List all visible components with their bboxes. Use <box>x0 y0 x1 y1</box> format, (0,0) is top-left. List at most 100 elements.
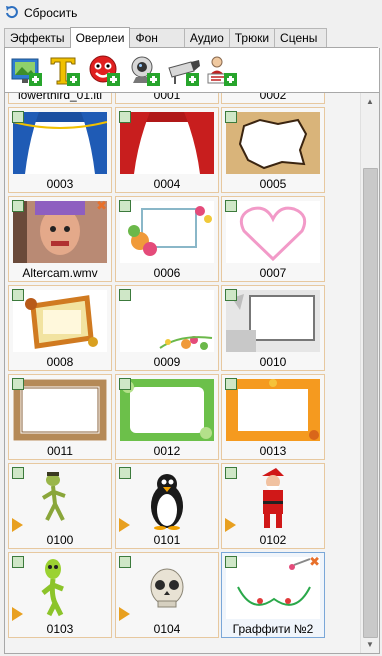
play-icon[interactable] <box>225 518 236 532</box>
overlay-item[interactable]: 0013 <box>221 374 325 460</box>
overlay-item[interactable]: 0004 <box>115 107 219 193</box>
overlay-enable-checkbox[interactable] <box>225 556 237 568</box>
tab-tricks[interactable]: Трюки <box>228 28 276 47</box>
overlay-caption: 0100 <box>46 533 74 547</box>
tab-background[interactable]: Фон <box>129 28 185 47</box>
overlay-caption: 0003 <box>46 177 74 191</box>
add-lower-third-icon <box>205 54 239 88</box>
scroll-down-arrow[interactable]: ▼ <box>361 636 379 653</box>
tab-effects[interactable]: Эффекты <box>4 28 71 47</box>
add-lower-third-button[interactable] <box>205 54 239 88</box>
overlay-thumbnail <box>13 201 107 263</box>
play-icon[interactable] <box>12 518 23 532</box>
overlay-enable-checkbox[interactable] <box>119 289 131 301</box>
overlay-enable-checkbox[interactable] <box>119 556 131 568</box>
overlay-enable-checkbox[interactable] <box>225 111 237 123</box>
overlay-caption: 0103 <box>46 622 74 636</box>
overlay-thumbnail <box>226 468 320 530</box>
add-camera-button[interactable] <box>167 54 201 88</box>
overlay-enable-checkbox[interactable] <box>12 467 24 479</box>
overlay-thumbnail <box>226 112 320 174</box>
reset-label: Сбросить <box>24 6 78 20</box>
overlay-item[interactable]: 0003 <box>8 107 112 193</box>
overlay-item[interactable]: 0100 <box>8 463 112 549</box>
overlay-item[interactable]: 0009 <box>115 285 219 371</box>
add-smiley-icon <box>88 54 122 88</box>
overlay-enable-checkbox[interactable] <box>225 467 237 479</box>
overlay-item[interactable]: ✖ Граффити №2 <box>221 552 325 638</box>
play-icon[interactable] <box>12 607 23 621</box>
overlay-thumbnail <box>13 379 107 441</box>
overlay-enable-checkbox[interactable] <box>119 200 131 212</box>
overlay-caption: lowerthird_01.lti <box>17 92 103 102</box>
overlay-thumbnail <box>120 468 214 530</box>
tab-scenes[interactable]: Сцены <box>274 28 328 47</box>
tab-overlays[interactable]: Оверлеи <box>69 27 131 48</box>
tab-audio[interactable]: Аудио <box>183 28 230 47</box>
overlay-caption: 0102 <box>259 533 287 547</box>
overlay-enable-checkbox[interactable] <box>12 289 24 301</box>
overlay-enable-checkbox[interactable] <box>12 200 24 212</box>
overlay-enable-checkbox[interactable] <box>119 467 131 479</box>
add-image-button[interactable] <box>10 54 44 88</box>
overlay-thumbnail <box>13 290 107 352</box>
overlay-caption: 0004 <box>153 177 181 191</box>
overlay-item[interactable]: 0104 <box>115 552 219 638</box>
overlay-caption: 0010 <box>259 355 287 369</box>
reset-icon <box>4 4 20 23</box>
overlay-caption: 0008 <box>46 355 74 369</box>
overlay-item[interactable]: 0012 <box>115 374 219 460</box>
overlay-item[interactable]: 0001 <box>115 93 219 104</box>
overlay-item[interactable]: 0103 <box>8 552 112 638</box>
overlay-thumbnail <box>13 112 107 174</box>
overlay-caption: 0101 <box>153 533 181 547</box>
overlay-caption: 0002 <box>259 92 287 102</box>
overlay-item[interactable]: lowerthird_01.lti <box>8 92 112 104</box>
reset-button[interactable]: Сбросить <box>4 4 77 22</box>
overlay-item[interactable]: ✖ Altercam.wmv <box>8 196 112 282</box>
play-icon[interactable] <box>119 607 130 621</box>
scroll-thumb[interactable] <box>363 168 378 638</box>
delete-icon[interactable]: ✖ <box>309 555 320 569</box>
overlay-enable-checkbox[interactable] <box>119 111 131 123</box>
delete-icon[interactable]: ✖ <box>96 199 107 213</box>
overlay-caption: 0009 <box>153 355 181 369</box>
add-text-icon <box>48 54 82 88</box>
overlay-thumbnail <box>13 468 107 530</box>
overlay-caption: 0012 <box>153 444 181 458</box>
overlay-caption: 0013 <box>259 444 287 458</box>
overlay-enable-checkbox[interactable] <box>225 200 237 212</box>
overlay-caption: 0005 <box>259 177 287 191</box>
overlay-item[interactable]: 0002 <box>221 92 325 104</box>
overlay-enable-checkbox[interactable] <box>225 289 237 301</box>
add-smiley-button[interactable] <box>88 54 122 88</box>
overlay-thumbnail <box>120 201 214 263</box>
overlay-item[interactable]: 0101 <box>115 463 219 549</box>
overlay-thumbnail <box>226 379 320 441</box>
overlay-item[interactable]: 0007 <box>221 196 325 282</box>
overlay-item[interactable]: 0005 <box>221 107 325 193</box>
overlay-enable-checkbox[interactable] <box>12 378 24 390</box>
overlay-enable-checkbox[interactable] <box>225 378 237 390</box>
overlay-item[interactable]: 0102 <box>221 463 325 549</box>
add-webcam-button[interactable] <box>128 54 162 88</box>
play-icon[interactable] <box>119 518 130 532</box>
overlay-enable-checkbox[interactable] <box>12 556 24 568</box>
overlay-thumbnail <box>120 112 214 174</box>
overlay-toolbar <box>4 48 380 92</box>
overlay-item[interactable]: 0010 <box>221 285 325 371</box>
overlay-thumbnail <box>226 557 320 619</box>
overlay-enable-checkbox[interactable] <box>12 111 24 123</box>
overlay-item[interactable]: 0008 <box>8 285 112 371</box>
add-text-button[interactable] <box>48 54 82 88</box>
scroll-up-arrow[interactable]: ▲ <box>361 93 379 110</box>
overlay-enable-checkbox[interactable] <box>119 378 131 390</box>
overlay-item[interactable]: 0006 <box>115 196 219 282</box>
overlay-thumbnail <box>120 290 214 352</box>
vertical-scrollbar[interactable]: ▲ ▼ <box>360 93 379 653</box>
overlay-item[interactable]: 0011 <box>8 374 112 460</box>
overlay-gallery: lowerthird_01.lti 0001 0002 0003 0004 0005 ✖ Al… <box>4 92 380 654</box>
overlay-caption: 0104 <box>153 622 181 636</box>
top-bar: Сбросить <box>0 0 382 26</box>
overlay-caption: 0011 <box>47 444 73 458</box>
